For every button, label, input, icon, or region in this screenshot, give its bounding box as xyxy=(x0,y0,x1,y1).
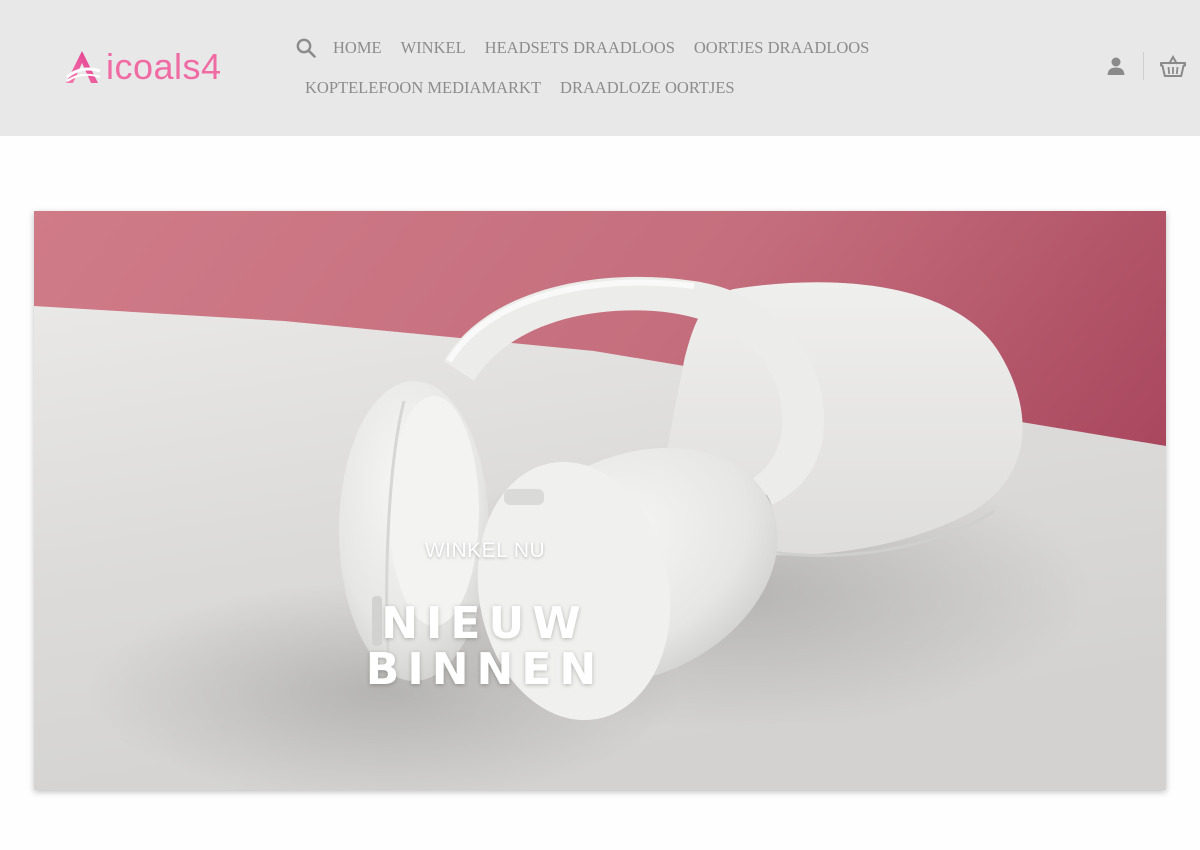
site-header: icoals4 HOME WINKEL HEADSETS DRAADLOOS O… xyxy=(0,0,1200,136)
hero-headphones-image xyxy=(34,211,1166,790)
header-actions xyxy=(1105,52,1186,80)
logo-text: icoals4 xyxy=(106,46,222,87)
hero-title-line-1: NIEUW xyxy=(381,598,589,649)
hero-banner[interactable]: WINKEL NU NIEUW BINNEN xyxy=(34,211,1166,790)
user-icon[interactable] xyxy=(1105,55,1127,77)
hero-text: WINKEL NU NIEUW BINNEN xyxy=(294,539,676,693)
nav-item-winkel[interactable]: WINKEL xyxy=(401,38,466,58)
nav-item-headsets-draadloos[interactable]: HEADSETS DRAADLOOS xyxy=(485,38,675,58)
main-navigation: HOME WINKEL HEADSETS DRAADLOOS OORTJES D… xyxy=(294,32,914,104)
nav-row-2: KOPTELEFOON MEDIAMARKT DRAADLOZE OORTJES xyxy=(294,72,914,104)
header-divider xyxy=(1143,52,1144,80)
hero-title: NIEUW BINNEN xyxy=(294,601,676,693)
nav-row-1: HOME WINKEL HEADSETS DRAADLOOS OORTJES D… xyxy=(294,32,914,64)
logo-mark-icon xyxy=(66,51,101,83)
nav-item-home[interactable]: HOME xyxy=(333,38,382,58)
nav-item-oortjes-draadloos[interactable]: OORTJES DRAADLOOS xyxy=(694,38,869,58)
nav-item-draadloze-oortjes[interactable]: DRAADLOZE OORTJES xyxy=(560,78,735,98)
hero-title-line-2: BINNEN xyxy=(365,644,605,695)
basket-icon[interactable] xyxy=(1160,54,1186,78)
site-logo[interactable]: icoals4 xyxy=(64,46,222,88)
hero-kicker[interactable]: WINKEL NU xyxy=(294,539,676,563)
search-icon[interactable] xyxy=(294,36,318,60)
nav-item-koptelefoon-mediamarkt[interactable]: KOPTELEFOON MEDIAMARKT xyxy=(305,78,541,98)
